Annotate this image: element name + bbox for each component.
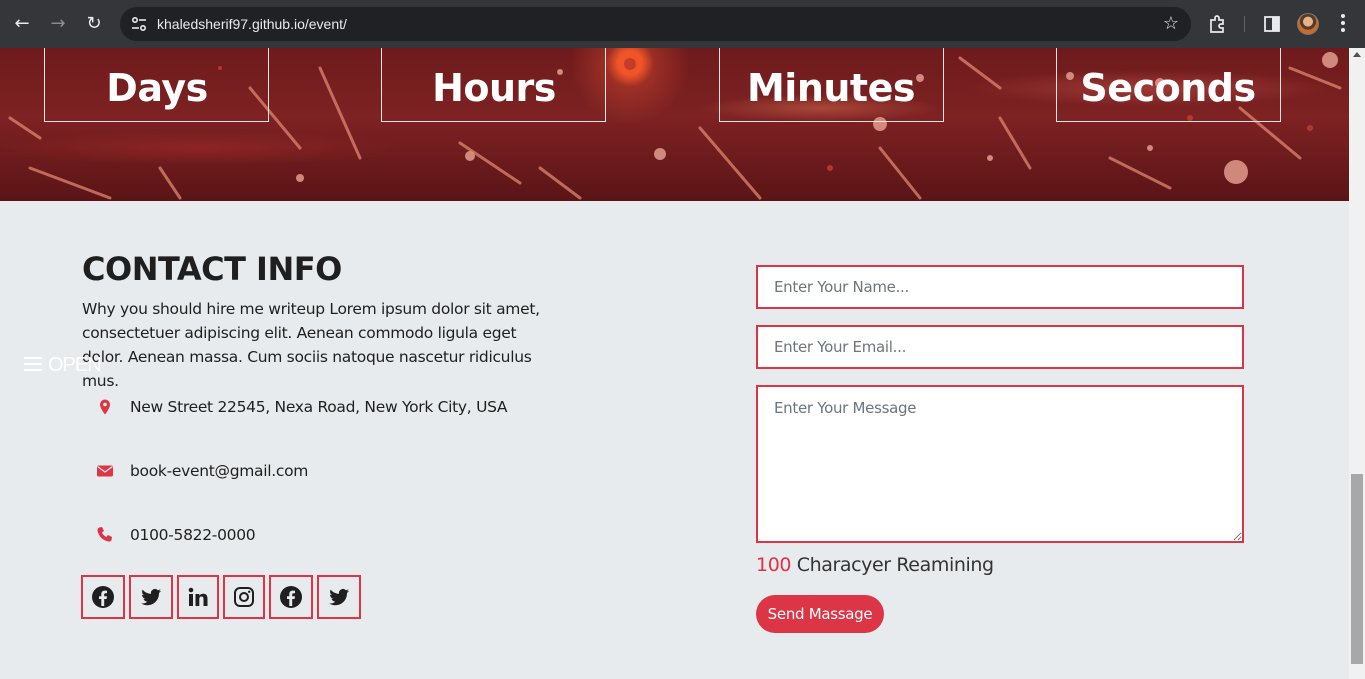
characters-remaining-count: 100 (756, 554, 792, 576)
reload-icon[interactable]: ↻ (82, 12, 106, 36)
scroll-thumb[interactable] (1351, 474, 1363, 664)
facebook-icon (92, 586, 114, 608)
countdown-hours-label: Hours (432, 66, 556, 110)
side-panel-icon[interactable] (1260, 12, 1284, 36)
instagram-icon (234, 587, 254, 607)
toolbar-separator (1244, 16, 1245, 32)
map-marker-icon (100, 399, 110, 415)
contact-title: CONTACT INFO (82, 250, 342, 288)
address-bar[interactable]: khaledsherif97.github.io/event/ ☆ (120, 7, 1191, 41)
open-menu-label: OPEN (48, 354, 102, 376)
contact-description: Why you should hire me writeup Lorem ips… (82, 300, 540, 390)
contact-email: book-event@gmail.com (130, 462, 309, 480)
twitter-icon (329, 589, 349, 606)
characters-remaining: 100 Characyer Reamining (756, 554, 994, 576)
send-message-button[interactable]: Send Massage (756, 595, 884, 633)
email-input[interactable] (756, 325, 1244, 369)
contact-phone: 0100-5822-0000 (130, 526, 256, 544)
facebook-icon (280, 586, 302, 608)
bookmark-star-icon[interactable]: ☆ (1163, 13, 1179, 34)
hamburger-icon (24, 356, 42, 371)
extensions-icon[interactable] (1206, 12, 1230, 36)
back-icon[interactable]: ← (10, 12, 34, 36)
social-facebook-button[interactable] (81, 575, 125, 619)
countdown-days-label: Days (106, 66, 208, 110)
forward-icon[interactable]: → (46, 12, 70, 36)
twitter-icon (141, 589, 161, 606)
open-menu-button[interactable]: OPEN (24, 354, 102, 376)
linkedin-icon (188, 587, 208, 606)
browser-menu-icon[interactable] (1340, 14, 1346, 34)
countdown-minutes-label: Minutes (746, 66, 916, 110)
social-twitter-button-2[interactable] (317, 575, 361, 619)
contact-address: New Street 22545, Nexa Road, New York Ci… (130, 398, 508, 416)
countdown-seconds-label: Seconds (1080, 66, 1256, 110)
site-settings-icon[interactable] (130, 15, 148, 33)
page-scrollbar[interactable] (1349, 48, 1365, 679)
scroll-up-arrow-icon[interactable] (1353, 52, 1361, 57)
phone-icon (97, 527, 112, 542)
social-instagram-button[interactable] (223, 575, 265, 619)
message-textarea[interactable] (756, 385, 1244, 543)
envelope-icon (97, 465, 113, 477)
characters-remaining-label: Characyer Reamining (796, 554, 994, 576)
social-facebook-button-2[interactable] (269, 575, 313, 619)
name-input[interactable] (756, 265, 1244, 309)
profile-avatar[interactable] (1297, 13, 1319, 35)
url-text[interactable]: khaledsherif97.github.io/event/ (157, 16, 347, 32)
browser-toolbar: ← → ↻ khaledsherif97.github.io/event/ ☆ (0, 0, 1365, 48)
social-twitter-button[interactable] (129, 575, 173, 619)
countdown-hero: Days Hours Minutes Seconds (0, 48, 1349, 201)
social-linkedin-button[interactable] (177, 575, 219, 619)
